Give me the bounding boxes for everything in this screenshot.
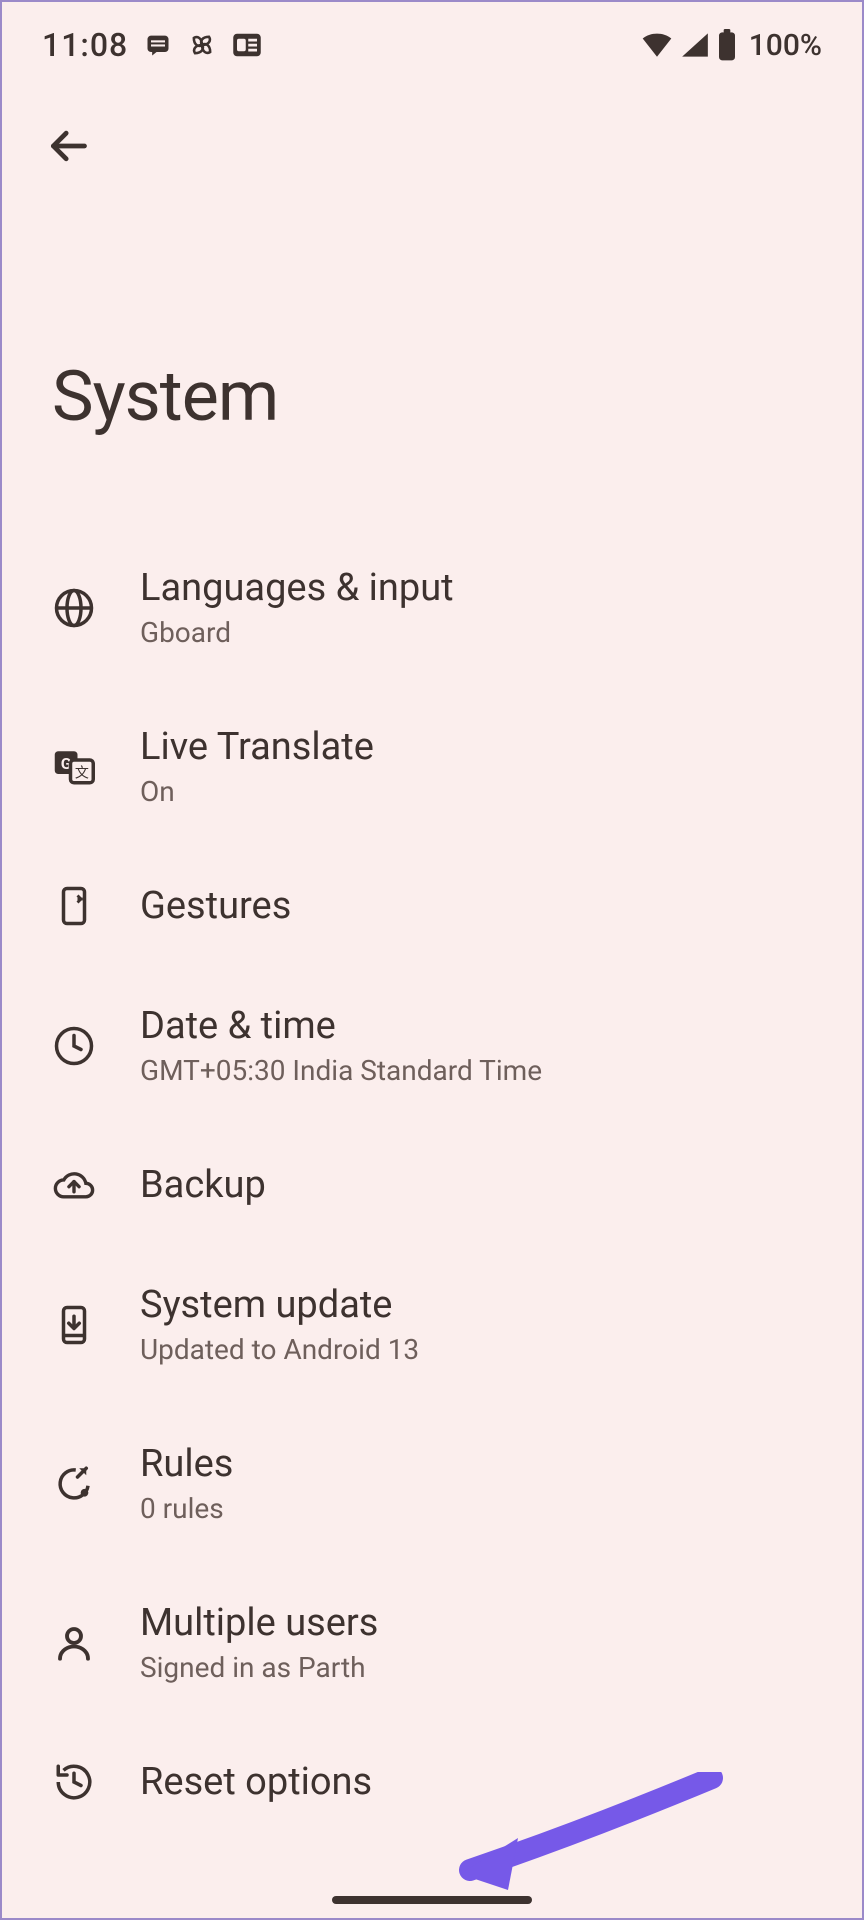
setting-title: Multiple users	[140, 1601, 378, 1645]
rules-icon	[52, 1462, 96, 1506]
setting-title: Live Translate	[140, 725, 374, 769]
news-icon	[232, 32, 262, 58]
battery-icon	[717, 29, 737, 61]
setting-text: Multiple users Signed in as Parth	[140, 1601, 378, 1684]
setting-title: Backup	[140, 1163, 266, 1207]
setting-rules[interactable]: Rules 0 rules	[2, 1404, 862, 1563]
status-bar-left: 11:08	[42, 26, 262, 64]
svg-text:文: 文	[75, 765, 89, 781]
setting-text: Reset options	[140, 1760, 372, 1804]
setting-multiple-users[interactable]: Multiple users Signed in as Parth	[2, 1563, 862, 1722]
setting-backup[interactable]: Backup	[2, 1125, 862, 1245]
status-bar-right: 100%	[641, 28, 822, 63]
back-button[interactable]	[38, 116, 98, 176]
person-icon	[52, 1621, 96, 1665]
setting-title: Gestures	[140, 884, 291, 928]
arrow-back-icon	[46, 124, 90, 168]
navigation-handle[interactable]	[332, 1896, 532, 1904]
setting-text: Languages & input Gboard	[140, 566, 454, 649]
cellular-signal-icon	[681, 32, 709, 58]
battery-percentage: 100%	[749, 28, 822, 63]
app-bar	[2, 72, 862, 176]
globe-icon	[52, 586, 96, 630]
setting-gestures[interactable]: Gestures	[2, 846, 862, 966]
setting-text: Rules 0 rules	[140, 1442, 233, 1525]
cloud-upload-icon	[52, 1163, 96, 1207]
setting-subtitle: 0 rules	[140, 1492, 233, 1525]
setting-text: Gestures	[140, 884, 291, 928]
translate-icon: G文	[52, 745, 96, 789]
setting-title: Rules	[140, 1442, 233, 1486]
pinwheel-icon	[188, 31, 216, 59]
settings-list: Languages & input Gboard G文 Live Transla…	[2, 528, 862, 1842]
history-icon	[52, 1760, 96, 1804]
setting-subtitle: Updated to Android 13	[140, 1333, 419, 1366]
messages-icon	[144, 31, 172, 59]
setting-text: Live Translate On	[140, 725, 374, 808]
setting-title: Languages & input	[140, 566, 454, 610]
setting-languages-input[interactable]: Languages & input Gboard	[2, 528, 862, 687]
setting-text: Backup	[140, 1163, 266, 1207]
setting-subtitle: On	[140, 775, 374, 808]
setting-subtitle: Gboard	[140, 616, 454, 649]
setting-title: Date & time	[140, 1004, 542, 1048]
setting-date-time[interactable]: Date & time GMT+05:30 India Standard Tim…	[2, 966, 862, 1125]
system-update-icon	[52, 1303, 96, 1347]
wifi-icon	[641, 32, 673, 58]
setting-reset-options[interactable]: Reset options	[2, 1722, 862, 1842]
setting-title: Reset options	[140, 1760, 372, 1804]
setting-subtitle: Signed in as Parth	[140, 1651, 378, 1684]
setting-subtitle: GMT+05:30 India Standard Time	[140, 1054, 542, 1087]
setting-title: System update	[140, 1283, 419, 1327]
page-title: System	[2, 176, 862, 528]
clock-icon	[52, 1024, 96, 1068]
clock: 11:08	[42, 26, 128, 64]
setting-live-translate[interactable]: G文 Live Translate On	[2, 687, 862, 846]
setting-text: Date & time GMT+05:30 India Standard Tim…	[140, 1004, 542, 1087]
setting-text: System update Updated to Android 13	[140, 1283, 419, 1366]
status-bar: 11:08 100%	[2, 2, 862, 72]
gestures-icon	[52, 884, 96, 928]
setting-system-update[interactable]: System update Updated to Android 13	[2, 1245, 862, 1404]
